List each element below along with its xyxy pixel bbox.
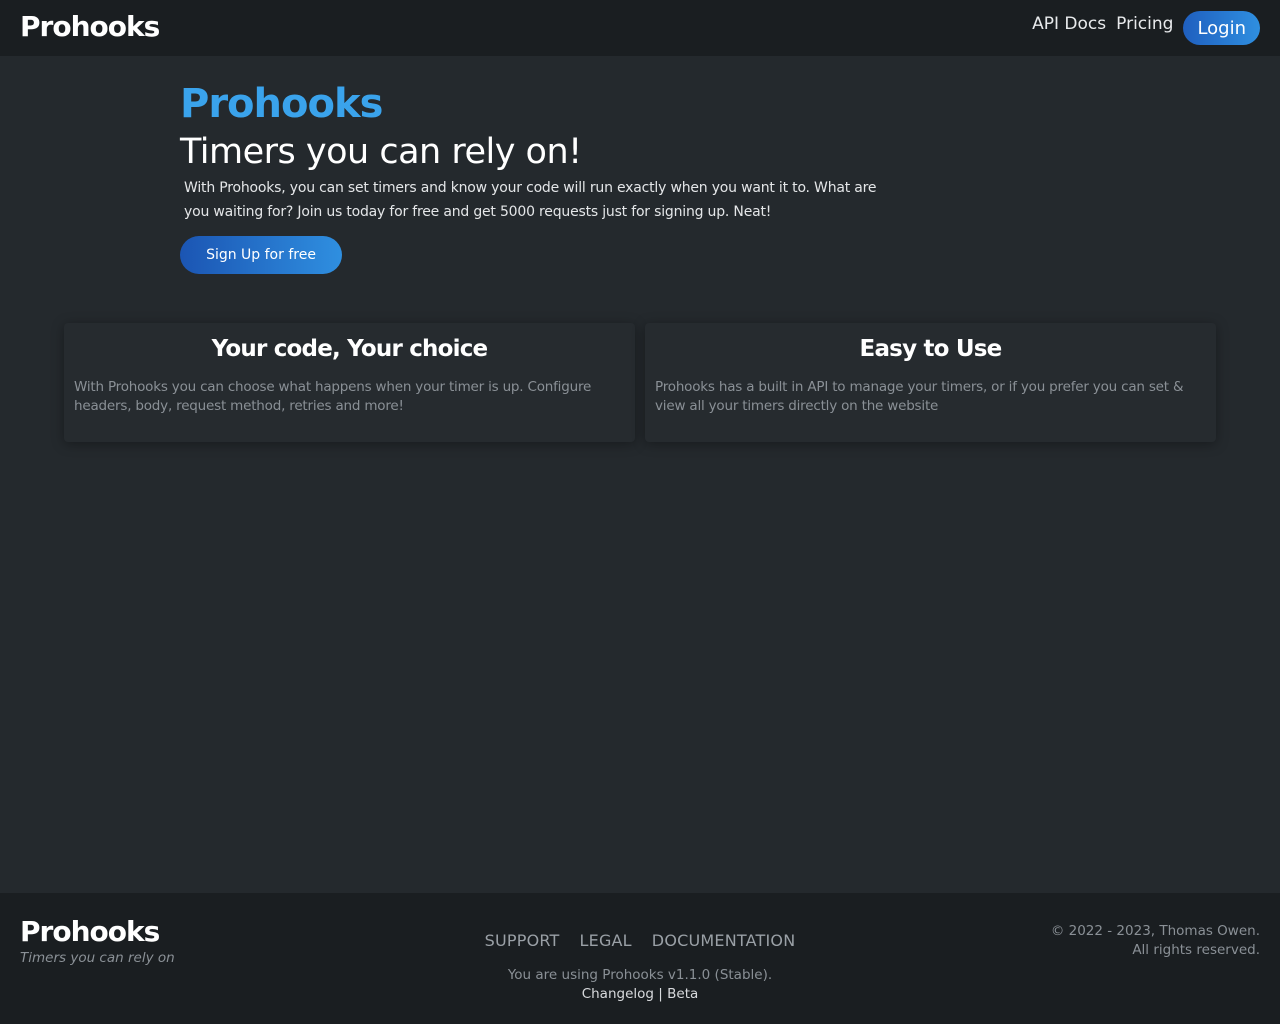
footer-copyright: © 2022 - 2023, Thomas Owen. All rights r… (1051, 922, 1260, 960)
feature-card-title: Easy to Use (859, 336, 1003, 362)
footer-link-legal[interactable]: LEGAL (580, 931, 632, 950)
header-nav: API Docs Pricing Login (1032, 11, 1260, 45)
feature-card-your-code: Your code, Your choice With Prohooks you… (64, 323, 635, 442)
footer-changelog-row: Changelog | Beta (0, 986, 1280, 1002)
footer-link-support[interactable]: SUPPORT (485, 931, 560, 950)
nav-link-pricing[interactable]: Pricing (1116, 14, 1173, 34)
footer-tagline: Timers you can rely on (20, 950, 175, 966)
footer-link-documentation[interactable]: DOCUMENTATION (652, 931, 796, 950)
feature-card-easy-to-use: Easy to Use Prohooks has a built in API … (645, 323, 1216, 442)
hero-title: Timers you can rely on! (180, 132, 582, 172)
hero-brand: Prohooks (180, 81, 383, 127)
feature-card-text: With Prohooks you can choose what happen… (74, 379, 592, 414)
header-brand-logo[interactable]: Prohooks (20, 10, 160, 43)
beta-link[interactable]: Beta (667, 986, 698, 1002)
hero-description: With Prohooks, you can set timers and kn… (184, 180, 877, 220)
feature-cards: Your code, Your choice With Prohooks you… (64, 323, 1216, 442)
sign-up-button[interactable]: Sign Up for free (180, 236, 342, 274)
footer-version-text: You are using Prohooks v1.1.0 (Stable). (507, 967, 773, 983)
page-footer: Prohooks Timers you can rely on SUPPORT … (0, 893, 1280, 1024)
changelog-link[interactable]: Changelog (582, 986, 654, 1002)
feature-card-title: Your code, Your choice (211, 336, 489, 362)
hero-section: Prohooks Timers you can rely on! With Pr… (180, 80, 900, 274)
top-navbar: Prohooks API Docs Pricing Login (0, 0, 1280, 56)
feature-card-text: Prohooks has a built in API to manage yo… (655, 379, 1184, 414)
copyright-line-1: © 2022 - 2023, Thomas Owen. (1050, 923, 1260, 939)
nav-link-api-docs[interactable]: API Docs (1032, 14, 1106, 34)
login-button[interactable]: Login (1183, 11, 1260, 45)
footer-separator: | (658, 986, 663, 1002)
copyright-line-2: All rights reserved. (1132, 942, 1260, 958)
